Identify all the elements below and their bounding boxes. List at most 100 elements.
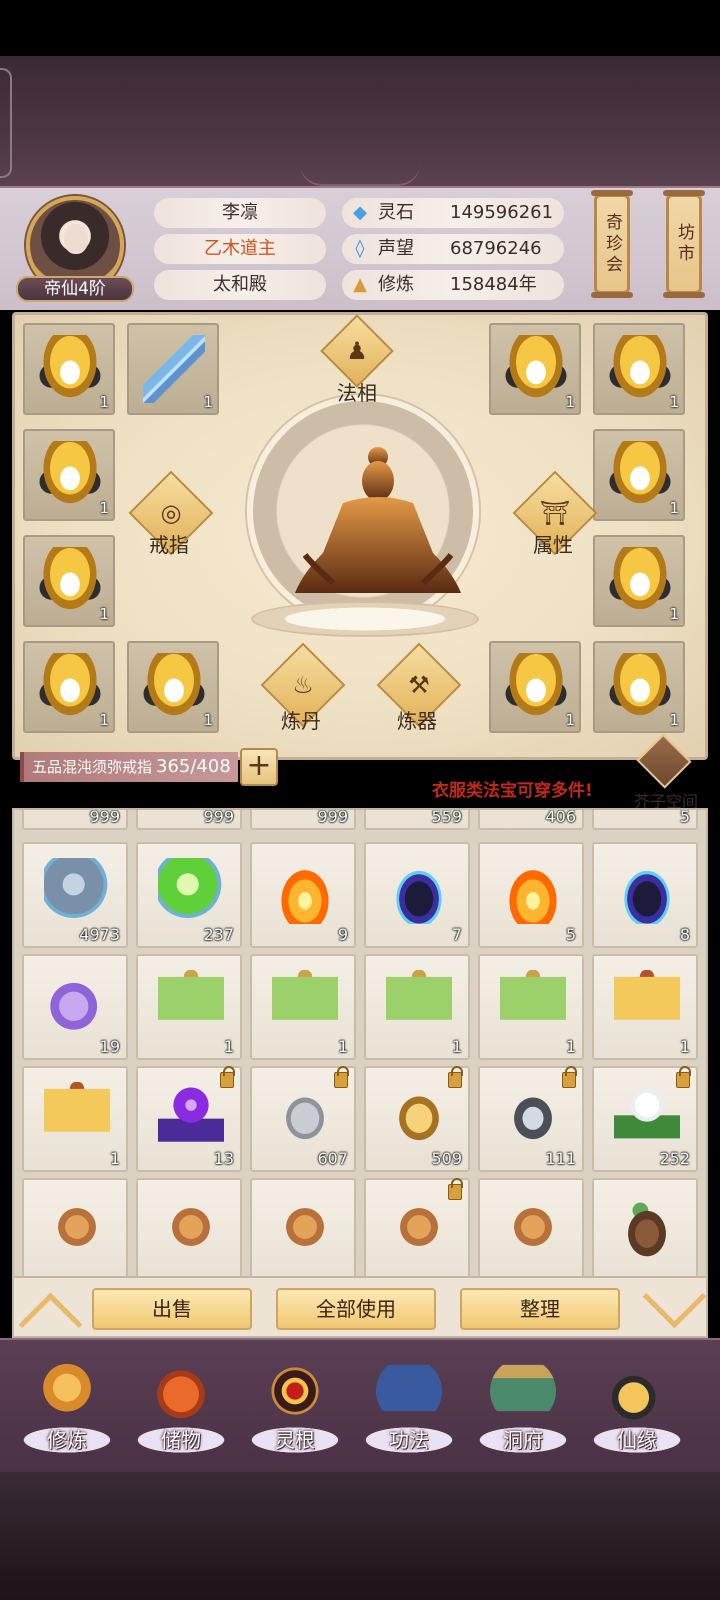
inventory-cell[interactable]: 1: [592, 954, 698, 1060]
item-count: 1: [99, 393, 109, 411]
inventory-cell[interactable]: 607: [250, 1066, 356, 1172]
nav-item-3[interactable]: 功法: [354, 1352, 464, 1464]
rank-badge: 帝仙4阶: [16, 276, 134, 302]
bottom-frame: [0, 1472, 720, 1600]
inventory-cell[interactable]: 509: [364, 1066, 470, 1172]
inventory-cell[interactable]: [136, 1178, 242, 1276]
inventory-cell[interactable]: 4973: [22, 842, 128, 948]
equip-slot[interactable]: 1: [593, 429, 685, 521]
inventory-cell[interactable]: 1: [364, 954, 470, 1060]
fire-flame-icon: [500, 858, 566, 924]
meditating-statue-icon[interactable]: [283, 433, 473, 613]
partial-row: 999 999 999 559 406 5: [22, 808, 702, 832]
item-count: 5: [565, 925, 576, 944]
nav-item-4[interactable]: 洞府: [468, 1352, 578, 1464]
item-count: 1: [203, 393, 213, 411]
market-button[interactable]: 坊市: [663, 190, 705, 298]
inventory-row: 19 1 1 1 1 1: [22, 954, 702, 1062]
item-count: 1: [99, 711, 109, 729]
inventory-cell[interactable]: [22, 1178, 128, 1276]
robe-icon: [609, 547, 671, 615]
item-count: 607: [317, 1149, 348, 1168]
forge-label: 炼器: [397, 709, 437, 733]
lock-icon: [334, 1066, 349, 1088]
inventory-cell[interactable]: 999: [136, 810, 242, 830]
equip-slot[interactable]: 1: [23, 323, 115, 415]
robe-icon: [609, 653, 671, 721]
robe-icon: [505, 653, 567, 721]
green-banner-icon: [386, 970, 452, 1036]
equip-slot[interactable]: 1: [593, 323, 685, 415]
spirit-stone-icon: ◆: [353, 202, 367, 223]
scroll-up-arrow-icon[interactable]: [20, 1292, 76, 1326]
inventory-cell[interactable]: 1: [250, 954, 356, 1060]
robe-icon: [39, 547, 101, 615]
equip-slot[interactable]: 1: [23, 429, 115, 521]
inventory-cell[interactable]: [250, 1178, 356, 1276]
capacity-label: 五品混沌须弥戒指 365/408: [20, 752, 238, 782]
equip-slot[interactable]: 1: [489, 641, 581, 733]
expand-capacity-button[interactable]: +: [240, 748, 278, 786]
inventory-cell[interactable]: 406: [478, 808, 584, 830]
inventory-cell[interactable]: 252: [592, 1066, 698, 1172]
inventory-cell[interactable]: [364, 1178, 470, 1276]
cultivate-figure-icon: [34, 1358, 100, 1424]
inventory-cell[interactable]: 559: [364, 810, 470, 830]
equip-slot[interactable]: 1: [23, 535, 115, 627]
inventory-cell[interactable]: 999: [22, 808, 128, 830]
inventory-cell[interactable]: [478, 1178, 584, 1276]
equip-slot[interactable]: 1: [593, 641, 685, 733]
mustard-space-button[interactable]: 芥子空间: [630, 733, 700, 811]
inventory-grid[interactable]: 999 999 999 559 406 5 4973 237 9 7 5 8 19 1 1 1 1 1…: [12, 808, 708, 1278]
wood-orb-icon: [158, 858, 224, 924]
stat-value: 149596261: [450, 202, 554, 223]
robe-icon: [143, 653, 205, 721]
scroll-down-arrow-icon[interactable]: [644, 1292, 700, 1326]
inventory-cell[interactable]: 5: [592, 810, 698, 830]
prestige-icon: ◊: [355, 238, 365, 259]
inventory-cell[interactable]: 8: [592, 842, 698, 948]
nav-item-5[interactable]: 仙缘: [582, 1352, 692, 1464]
inventory-cell[interactable]: 5: [478, 842, 584, 948]
inventory-cell[interactable]: 9: [250, 842, 356, 948]
dark-flame-icon: [614, 858, 680, 924]
avatar-wrap[interactable]: 帝仙4阶: [16, 194, 134, 304]
inventory-cell[interactable]: 999: [250, 810, 356, 830]
equip-slot[interactable]: 1: [489, 323, 581, 415]
inventory-cell[interactable]: 19: [22, 954, 128, 1060]
item-count: 1: [451, 1037, 462, 1056]
item-count: 9: [337, 925, 348, 944]
treasure-auction-button[interactable]: 奇珍会: [591, 190, 633, 298]
nav-item-1[interactable]: 储物: [126, 1352, 236, 1464]
inventory-cell[interactable]: 1: [478, 954, 584, 1060]
inventory-cell[interactable]: 111: [478, 1066, 584, 1172]
item-count: 1: [337, 1037, 348, 1056]
lock-icon: [448, 1178, 463, 1200]
ring-label: 戒指: [149, 533, 189, 557]
nav-item-0[interactable]: 修炼: [12, 1352, 122, 1464]
gold-ore-icon: [386, 1082, 452, 1148]
inventory-cell[interactable]: 237: [136, 842, 242, 948]
technique-book-icon: [376, 1358, 442, 1424]
sell-button[interactable]: 出售: [92, 1288, 252, 1330]
inventory-cell[interactable]: 1: [22, 1066, 128, 1172]
use-all-button[interactable]: 全部使用: [276, 1288, 436, 1330]
inventory-cell[interactable]: 1: [136, 954, 242, 1060]
silver-ore-icon: [272, 1082, 338, 1148]
sort-button[interactable]: 整理: [460, 1288, 620, 1330]
inventory-cell[interactable]: [592, 1178, 698, 1276]
equip-slot[interactable]: 1: [23, 641, 115, 733]
fire-flame-icon: [272, 858, 338, 924]
inventory-cell[interactable]: 7: [364, 842, 470, 948]
item-count: 999: [89, 808, 120, 826]
item-count: 406: [545, 808, 576, 826]
inventory-cell[interactable]: 13: [136, 1066, 242, 1172]
nav-item-2[interactable]: 灵根: [240, 1352, 350, 1464]
left-edge-tab[interactable]: [0, 68, 12, 178]
equip-slot[interactable]: 1: [593, 535, 685, 627]
equip-slot[interactable]: 1: [127, 641, 219, 733]
item-count: 1: [565, 711, 575, 729]
ginseng-icon: [44, 1194, 110, 1260]
capacity-count: 365/408: [156, 756, 231, 777]
equip-slot[interactable]: 1: [127, 323, 219, 415]
